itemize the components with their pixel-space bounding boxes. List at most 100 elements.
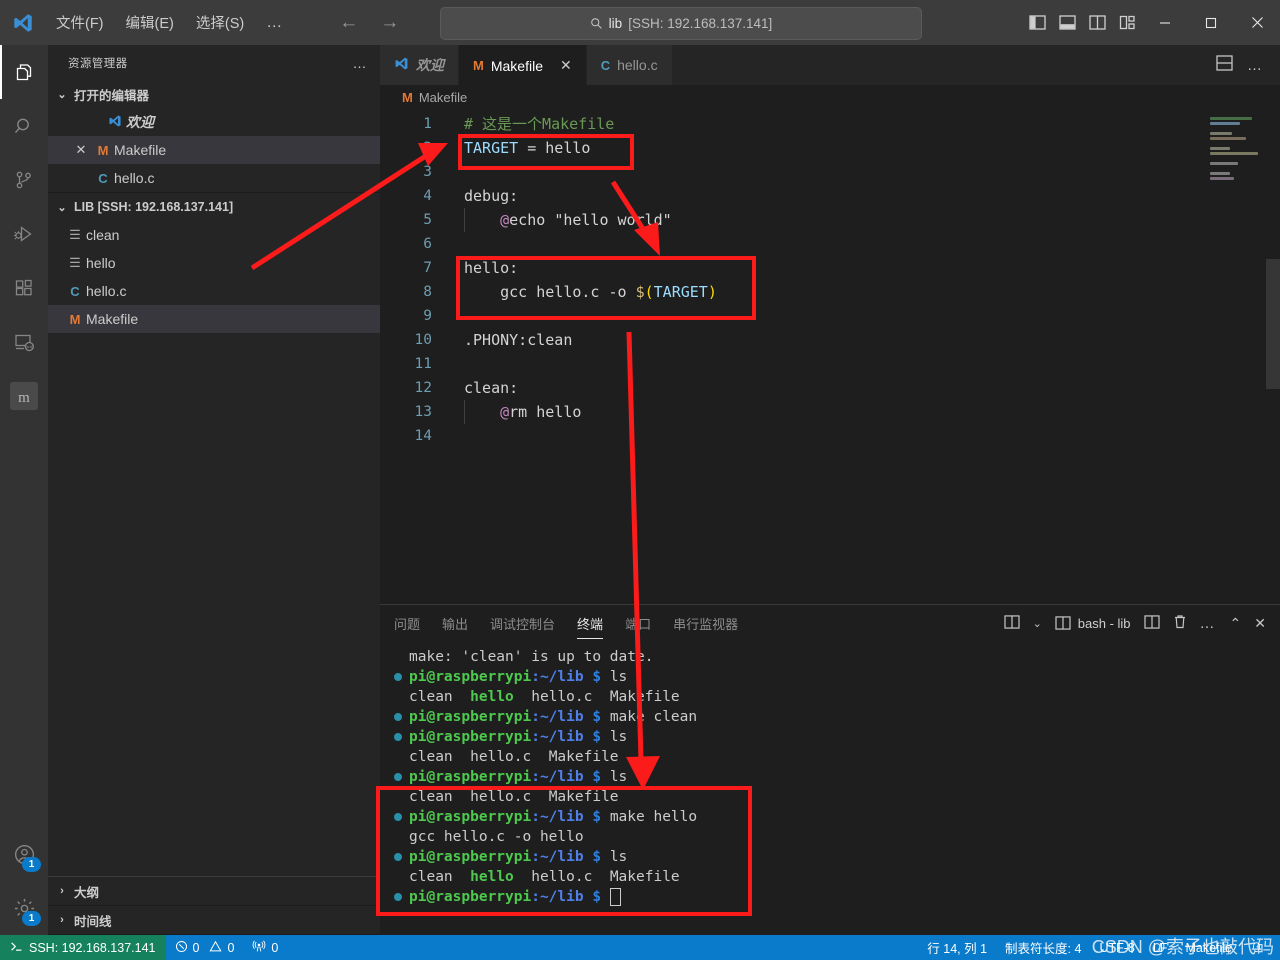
activitybar-item-remote-explorer[interactable]: >< [0,315,48,369]
section-open-editors-label: 打开的编辑器 [74,88,150,103]
activitybar-item-run-debug[interactable] [0,207,48,261]
remote-explorer-icon: >< [15,334,34,351]
file-item-helloc[interactable]: C hello.c [48,277,380,305]
tab-label: hello.c [617,57,658,73]
navigation-arrows: ← → [339,12,399,34]
file-item-hello[interactable]: ☰ hello [48,249,380,277]
line-number: 2 [423,140,432,156]
split-editor-down-icon[interactable] [1216,54,1233,76]
code-line: 9 [380,304,1280,328]
chevron-down-icon: ⌄ [57,88,67,101]
code-token: # 这是一个Makefile [464,115,615,133]
code-token: $ [635,283,645,301]
file-item-makefile[interactable]: M Makefile [48,305,380,333]
line-text: @rm hello [454,400,581,424]
arrow-left-icon[interactable]: ← [339,12,358,34]
window-minimize-button[interactable] [1142,0,1188,45]
status-problems[interactable]: 0 0 [166,935,244,960]
open-editor-welcome[interactable]: 欢迎 [48,108,380,136]
menu-edit[interactable]: 编辑(E) [116,8,184,37]
window-close-button[interactable] [1234,0,1280,45]
minimap[interactable] [1210,117,1266,180]
status-cursor-position[interactable]: 行 14, 列 1 [918,935,996,960]
panel-tab-4[interactable]: 端口 [625,605,651,641]
file-item-label: hello [86,255,116,271]
panel-tab-2[interactable]: 调试控制台 [490,605,555,641]
status-ports[interactable]: 0 [243,935,287,960]
toggle-primary-sidebar-icon[interactable] [1022,0,1052,45]
tab-close-icon[interactable]: ✕ [560,57,572,74]
activitybar-item-account[interactable]: 1 [0,827,48,881]
editor-scrollbar[interactable] [1266,259,1280,389]
menu-more-button[interactable]: … [256,12,293,34]
quick-input-title: lib [608,16,623,31]
terminal-file-entry: clean [409,869,453,885]
line-text: .PHONY:clean [454,328,572,352]
terminal-output[interactable]: make: 'clean' is up to date. pi@raspberry… [380,641,1280,935]
search-icon [590,18,602,29]
tab-makefile[interactable]: M Makefile ✕ [459,45,587,85]
close-panel-icon[interactable]: ✕ [1254,615,1266,632]
editor-more-actions-icon[interactable]: … [1247,57,1264,74]
account-badge: 1 [22,857,41,872]
status-remote-indicator[interactable]: SSH: 192.168.137.141 [0,935,166,960]
panel-tab-0[interactable]: 问题 [394,605,420,641]
open-editor-helloc[interactable]: C hello.c [48,164,380,192]
open-editor-makefile[interactable]: ✕ M Makefile [48,136,380,164]
sidebar-more-button[interactable]: … [353,55,369,71]
code-editor[interactable]: 1 # 这是一个Makefile 2 TARGET = hello 3 4 debug: 5 … [380,109,1280,604]
activitybar-item-extensions[interactable] [0,261,48,315]
section-workspace-header[interactable]: ⌄ LIB [SSH: 192.168.137.141] [48,192,380,221]
close-editor-icon[interactable]: ✕ [70,142,92,158]
tab-helloc[interactable]: C hello.c [586,45,673,85]
terminal-path: :~/lib [531,669,584,685]
terminal-gutter-spacer [394,693,402,701]
section-timeline-label: 时间线 [74,914,112,929]
panel-tab-3[interactable]: 终端 [577,605,604,641]
activitybar-item-settings[interactable]: 1 [0,881,48,935]
status-remote-label: SSH: 192.168.137.141 [29,940,156,955]
terminal-line: make: 'clean' is up to date. [394,647,1280,667]
customize-layout-icon[interactable] [1112,0,1142,45]
activitybar-item-explorer[interactable] [0,45,48,99]
terminal-file-entry: Makefile [609,869,680,885]
chevron-down-icon[interactable]: ⌄ [1033,617,1042,630]
source-control-icon [16,171,31,189]
collapse-panel-icon[interactable]: ⌃ [1230,615,1242,632]
terminal-gutter-spacer [394,873,402,881]
editor-tabs: 欢迎 M Makefile ✕ C hello.c … [380,45,1280,85]
watermark-text: CSDN @索子也敲代码 [1091,937,1274,957]
section-open-editors-header[interactable]: ⌄ 打开的编辑器 [48,80,380,108]
file-item-clean[interactable]: ☰ clean [48,221,380,249]
breadcrumb[interactable]: M Makefile [380,85,1280,109]
toggle-panel-icon[interactable] [1052,0,1082,45]
quick-input-search[interactable]: lib [SSH: 192.168.137.141] [440,7,922,40]
panel-more-actions-icon[interactable]: … [1200,615,1217,632]
line-text: debug: [454,184,518,208]
window-maximize-button[interactable] [1188,0,1234,45]
split-terminal-icon[interactable] [1143,614,1160,632]
kill-terminal-icon[interactable] [1173,614,1187,632]
toggle-secondary-sidebar-icon[interactable] [1082,0,1112,45]
menu-select[interactable]: 选择(S) [186,8,254,37]
activitybar-item-platformio[interactable]: m [0,369,48,423]
arrow-right-icon[interactable]: → [380,12,399,34]
code-token: TARGET [653,283,708,301]
section-timeline-header[interactable]: › 时间线 [48,906,380,935]
panel-tab-5[interactable]: 串行监视器 [673,605,738,641]
menu-file[interactable]: 文件(F) [46,8,114,37]
panel-tab-1[interactable]: 输出 [442,605,468,641]
activitybar-item-source-control[interactable] [0,153,48,207]
section-outline-header[interactable]: › 大纲 [48,877,380,906]
vscode-logo-icon [0,12,46,34]
terminal-file-entry: hello [470,689,514,705]
terminal-tab-bash[interactable]: bash - lib [1055,616,1131,631]
code-line: 7 hello: [380,256,1280,280]
status-indentation[interactable]: 制表符长度: 4 [996,935,1090,960]
terminal-space [514,867,531,887]
split-terminal-dropdown-icon[interactable] [1003,614,1020,632]
activitybar-item-search[interactable] [0,99,48,153]
tab-welcome[interactable]: 欢迎 [380,45,459,85]
